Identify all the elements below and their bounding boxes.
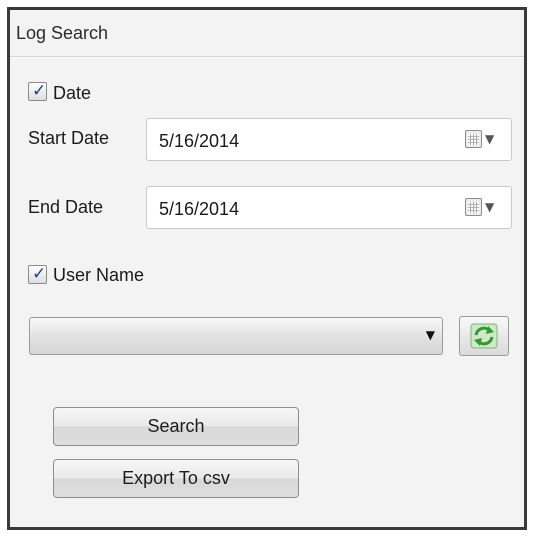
end-date-calendar-button[interactable]: ▼ (465, 198, 505, 218)
user-name-checkbox-label[interactable]: User Name (53, 265, 144, 286)
refresh-users-button[interactable] (459, 316, 509, 356)
end-date-label: End Date (28, 197, 104, 217)
check-icon: ✓ (32, 264, 47, 284)
export-csv-button[interactable]: Export To csv (53, 459, 299, 498)
chevron-down-icon: ▼ (485, 200, 495, 214)
log-search-panel: Log Search ✓ Date Start Date 5/16/2014 ▼… (7, 7, 527, 530)
calendar-icon (465, 130, 482, 148)
start-date-value[interactable]: 5/16/2014 (159, 131, 239, 152)
panel-title: Log Search (16, 23, 109, 43)
end-date-value[interactable]: 5/16/2014 (159, 199, 239, 220)
user-name-checkbox[interactable]: ✓ (28, 264, 47, 284)
refresh-icon (470, 323, 498, 349)
start-date-label: Start Date (28, 128, 110, 148)
date-checkbox-label[interactable]: Date (53, 83, 91, 104)
check-icon: ✓ (32, 81, 47, 101)
chevron-down-icon: ▼ (425, 328, 435, 342)
chevron-down-icon: ▼ (485, 132, 495, 146)
title-divider (10, 56, 524, 58)
search-button[interactable]: Search (53, 407, 299, 446)
start-date-calendar-button[interactable]: ▼ (465, 130, 505, 150)
start-date-picker[interactable]: 5/16/2014 ▼ (146, 118, 512, 161)
user-name-dropdown[interactable]: ▼ (29, 317, 443, 355)
date-checkbox[interactable]: ✓ (28, 81, 47, 101)
calendar-icon (465, 198, 482, 216)
end-date-picker[interactable]: 5/16/2014 ▼ (146, 186, 512, 229)
